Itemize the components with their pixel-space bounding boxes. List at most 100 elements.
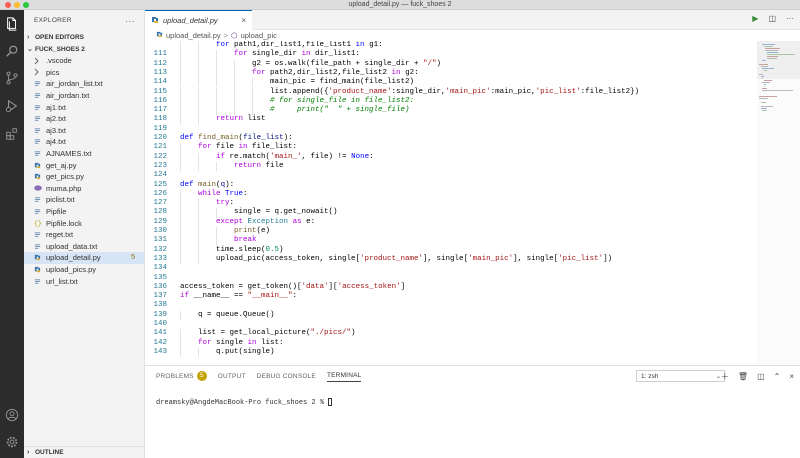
file-item[interactable]: Pipfile [24,206,144,218]
code-token: file [211,143,239,152]
run-debug-icon[interactable] [4,98,20,114]
open-editors-section[interactable]: › OPEN EDITORS [24,31,144,43]
code-line: 121 for file in file_list: [145,143,757,153]
code-editor[interactable]: for path1,dir_list1,file_list1 in g1: 111… [145,41,757,365]
kill-terminal-icon[interactable]: 🗑 [738,372,748,381]
code-text: def find_main(file_list): [180,134,293,143]
terminal-prompt[interactable]: dreamsky@AngdeMacBook-Pro fuck_shoes 2 % [156,398,333,407]
minimap-line [760,102,767,103]
code-token: path2,dir_list2,file_list2 [265,68,392,77]
indent-guide [198,161,199,172]
folder-item[interactable]: .vscode [24,55,144,67]
file-label: muma.php [46,183,82,193]
file-label: air_jordan_list.txt [46,79,103,89]
code-line: 139 q = queue.Queue() [145,310,757,320]
code-token: break [234,236,257,245]
file-item[interactable]: air_jordan.txt [24,90,144,102]
indent-guide [252,106,253,116]
terminal-select[interactable]: 1: zsh ⌄ [636,370,725,382]
indent-guide [252,87,253,97]
tab-debug-console[interactable]: DEBUG CONSOLE [257,370,316,382]
code-line: 133 upload_pic(access_token, single['prod… [145,254,757,265]
indent-guide [234,68,235,79]
source-control-icon[interactable] [4,70,20,86]
tab-upload-detail[interactable]: upload_detail.py × [145,10,252,30]
file-item[interactable]: muma.php [24,183,144,195]
file-item[interactable]: air_jordan_list.txt [24,78,144,90]
search-icon[interactable] [4,43,20,59]
code-line: 137 if __name__ == "__main__": [145,292,757,301]
file-item[interactable]: url_list.txt [24,275,144,287]
code-token: 'main_pic' [445,87,491,96]
file-item[interactable]: upload_pics.py [24,264,144,276]
file-item[interactable]: upload_detail.py 5 [24,252,144,264]
file-item[interactable]: AJNAMES.txt [24,148,144,160]
line-number: 128 [153,208,167,217]
indent-guide [216,59,217,69]
tab-output[interactable]: OUTPUT [218,370,246,382]
explorer-icon[interactable] [4,16,20,32]
file-item[interactable]: piclist.txt [24,194,144,206]
code-token: for [198,338,212,347]
file-item[interactable]: aj3.txt [24,125,144,137]
close-panel-icon[interactable]: × [789,372,794,381]
breadcrumb-file[interactable]: upload_detail.py [166,31,221,40]
python-file-icon [156,31,163,40]
file-item[interactable]: get_pics.py [24,171,144,183]
minimap-line [760,106,773,107]
code-token: return [234,161,262,170]
file-label: aj4.txt [46,137,67,147]
line-number: 123 [153,161,167,170]
explorer-sidebar: EXPLORER ··· › OPEN EDITORS ⌄ FUCK_SHOES… [24,10,145,458]
problem-count-badge: 5 [131,254,135,262]
minimap[interactable] [757,41,800,365]
maximize-panel-icon[interactable]: ⌃ [774,372,781,381]
title-bar: upload_detail.py — fuck_shoes 2 [0,0,800,10]
tab-problems[interactable]: PROBLEMS 5 [156,370,207,382]
split-editor-icon[interactable]: ◫ [768,14,776,23]
code-line: 115 list.append({'product_name':single_di… [145,87,757,97]
file-item[interactable]: aj4.txt [24,136,144,148]
code-text: for file in file_list: [198,143,297,152]
more-actions-icon[interactable]: ··· [786,14,794,23]
close-tab-icon[interactable]: × [241,16,246,25]
project-section[interactable]: ⌄ FUCK_SHOES 2 [24,43,144,55]
file-item[interactable]: aj1.txt [24,101,144,113]
code-token: in [355,41,365,49]
line-number: 113 [153,68,167,77]
file-item[interactable]: reget.txt [24,229,144,241]
file-item[interactable]: upload_data.txt [24,241,144,253]
more-actions-icon[interactable]: ··· [125,16,135,26]
indent-guide [216,208,217,218]
file-item[interactable]: {} Pipfile.lock [24,217,144,229]
line-number: 133 [153,254,167,263]
run-python-icon[interactable]: ▶ [752,14,758,23]
indent-guide [252,78,253,88]
line-number: 132 [153,245,167,254]
gear-icon[interactable] [4,434,20,450]
code-token: for [216,41,230,49]
account-icon[interactable] [4,407,20,423]
new-terminal-icon[interactable]: ＋ [721,371,729,382]
minimap-line [759,96,777,97]
code-token: print [234,227,257,235]
code-token: (e) [256,227,271,235]
code-text: break [234,236,257,245]
tab-terminal[interactable]: TERMINAL [326,370,362,382]
text-file-icon [34,278,43,285]
breadcrumb-separator: > [223,31,229,40]
split-terminal-icon[interactable]: ◫ [757,372,765,381]
file-item[interactable]: aj2.txt [24,113,144,125]
outline-section[interactable]: › OUTLINE [24,446,144,458]
extensions-icon[interactable] [4,126,20,142]
code-token: time.sleep( [216,245,266,254]
code-line: 119 [145,125,757,134]
breadcrumb-symbol[interactable]: upload_pic [241,31,277,40]
indent-guide [198,347,199,358]
line-number: 137 [153,292,167,301]
minimap-line [762,78,764,79]
folder-item[interactable]: pics [24,67,144,79]
terminal-cursor [328,398,333,406]
file-item[interactable]: get_aj.py [24,159,144,171]
indent-guide [198,245,199,255]
